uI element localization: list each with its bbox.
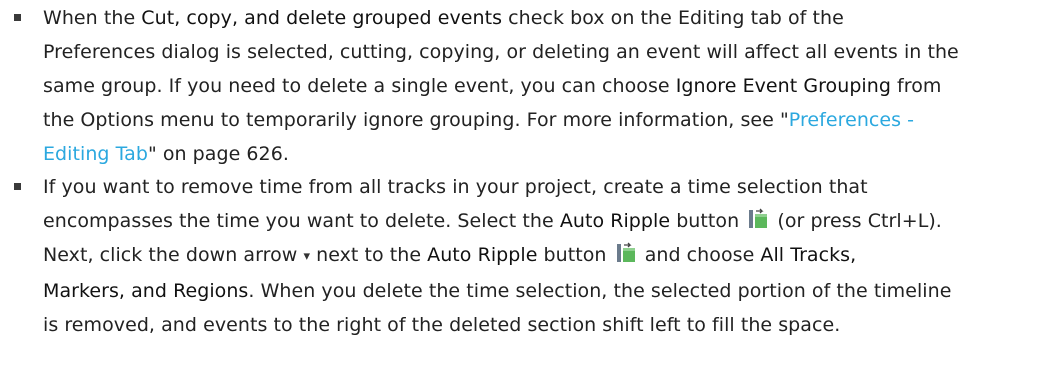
ui-term-auto-ripple: Auto Ripple — [559, 210, 671, 232]
text: " on page 626. — [147, 143, 289, 165]
text: Next, click the down arrow — [43, 244, 298, 266]
ui-term-markers-and-regions: Markers, and Regions — [43, 280, 249, 302]
auto-ripple-icon — [747, 207, 769, 229]
list-item: If you want to remove time from all trac… — [14, 170, 1043, 342]
text: next to the — [310, 244, 428, 266]
text: is removed, and events to the right of t… — [43, 314, 841, 336]
paragraph: When the Cut, copy, and delete grouped e… — [43, 1, 1043, 171]
bullet-icon — [14, 14, 21, 21]
text: button — [670, 210, 740, 232]
text: Preferences dialog is selected, cutting,… — [43, 41, 959, 63]
text: same group. If you need to delete a sing… — [43, 75, 676, 97]
text: (or press Ctrl+L). — [771, 210, 942, 232]
text: . When you delete the time selection, th… — [248, 280, 952, 302]
ui-term-all-tracks: All Tracks, — [760, 244, 857, 266]
bullet-icon — [14, 183, 21, 190]
text: encompasses the time you want to delete.… — [43, 210, 560, 232]
text: When the — [43, 7, 142, 29]
list-item: When the Cut, copy, and delete grouped e… — [14, 1, 1043, 171]
text: from — [890, 75, 942, 97]
ui-term-auto-ripple: Auto Ripple — [427, 244, 538, 266]
text: button — [537, 244, 607, 266]
preferences-editing-tab-link[interactable]: Editing Tab — [43, 143, 148, 165]
text: and choose — [638, 244, 761, 266]
ui-term-cut-copy-delete: Cut, copy, and delete grouped events — [141, 7, 503, 29]
preferences-editing-tab-link[interactable]: Preferences - — [789, 109, 914, 131]
auto-ripple-icon — [615, 241, 637, 263]
paragraph: If you want to remove time from all trac… — [43, 170, 1043, 342]
text: the Options menu to temporarily ignore g… — [43, 109, 789, 131]
text: If you want to remove time from all trac… — [43, 176, 868, 198]
text: check box on the Editing tab of the — [502, 7, 844, 29]
ui-term-ignore-event-grouping: Ignore Event Grouping — [675, 75, 891, 97]
document-page: When the Cut, copy, and delete grouped e… — [0, 0, 1059, 366]
